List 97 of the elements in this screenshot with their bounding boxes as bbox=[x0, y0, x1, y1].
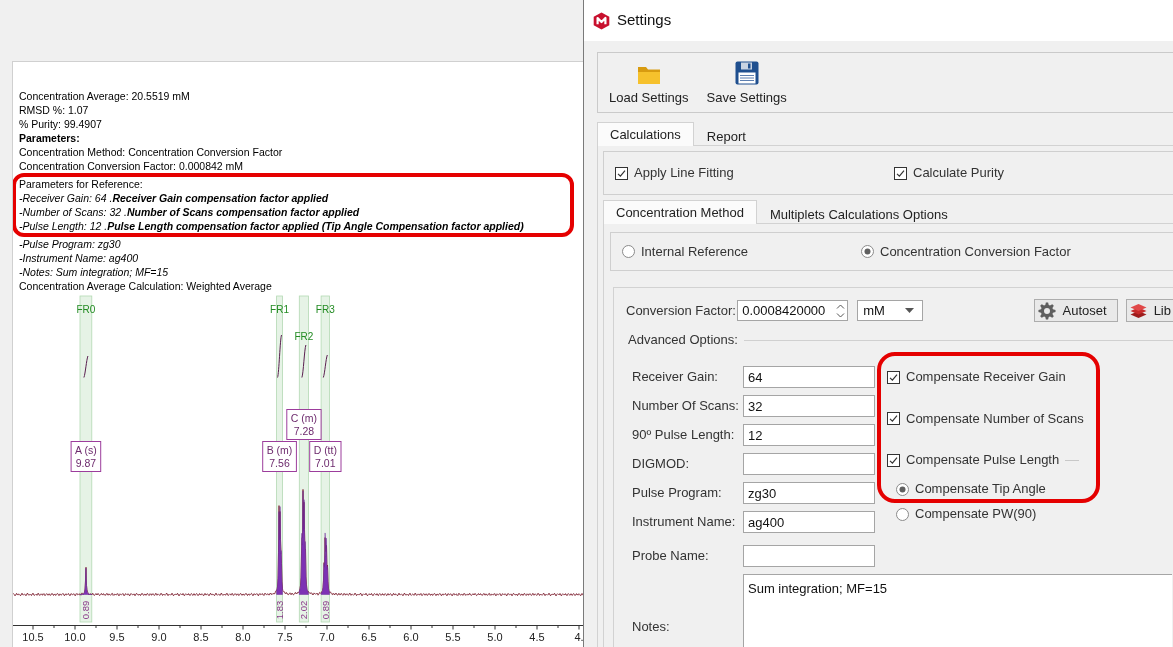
caret-icon bbox=[904, 308, 914, 313]
field-label: Number Of Scans: bbox=[632, 397, 740, 416]
toolbar-button[interactable]: Load Settings bbox=[608, 61, 690, 112]
report-line: -Pulse Length: 12 .Pulse Length compensation factor applied (Tip Angle Compensation factor applied) bbox=[19, 219, 524, 233]
text-field[interactable]: ag400 bbox=[743, 511, 875, 533]
field-label: Probe Name: bbox=[632, 547, 710, 566]
axis-tick-label: 4.5 bbox=[529, 631, 545, 643]
field-label: Notes: bbox=[631, 618, 671, 636]
integral-curve bbox=[277, 334, 283, 378]
report-line: -Pulse Program: zg30 bbox=[19, 237, 121, 251]
checkbox-icon[interactable] bbox=[894, 166, 907, 180]
integral-value: 2.02 bbox=[298, 600, 310, 620]
integral-curve bbox=[301, 344, 307, 378]
checkbox-option[interactable]: Compensate Pulse Length bbox=[887, 450, 1084, 470]
checkbox-icon[interactable] bbox=[887, 370, 900, 384]
radio-option[interactable]: Compensate Tip Angle bbox=[896, 479, 1084, 499]
stack-icon bbox=[1129, 301, 1147, 320]
axis-tick-label: 10.5 bbox=[22, 631, 44, 643]
text-field[interactable] bbox=[743, 545, 875, 567]
report-line: -Instrument Name: ag400 bbox=[19, 251, 139, 265]
report-line: Concentration Average Calculation: Weighted Average bbox=[19, 279, 272, 293]
axis-tick-label: 5.0 bbox=[487, 631, 503, 643]
fitted-peak bbox=[320, 532, 330, 595]
hexagon-logo-icon bbox=[593, 11, 610, 30]
report-line: Parameters for Reference: bbox=[19, 177, 143, 191]
radio-option[interactable]: Internal Reference bbox=[622, 241, 861, 262]
axis-tick-label: 10.0 bbox=[64, 631, 86, 643]
integral-curve bbox=[83, 355, 89, 378]
integral-curve bbox=[322, 354, 328, 378]
gear-icon bbox=[1037, 301, 1056, 320]
checkbox-icon[interactable] bbox=[887, 412, 900, 425]
report-line: Concentration Average: 20.5519 mM bbox=[19, 89, 190, 103]
field-label: Receiver Gain: bbox=[632, 368, 719, 387]
range-label: FR3 bbox=[315, 304, 335, 315]
checkbox-option[interactable]: Compensate Receiver Gain bbox=[887, 367, 1084, 387]
report-line: -Number of Scans: 32 .Number of Scans compensation factor applied bbox=[19, 205, 360, 219]
report-line: % Purity: 99.4907 bbox=[19, 117, 102, 131]
radio-button-icon[interactable] bbox=[861, 245, 874, 258]
section-label: Advanced Options: bbox=[628, 331, 738, 350]
text-field[interactable]: 32 bbox=[743, 395, 875, 417]
integral-value: 0.89 bbox=[319, 600, 331, 620]
radio-button-icon[interactable] bbox=[622, 245, 635, 258]
field-label: Instrument Name: bbox=[632, 513, 737, 532]
field-label: 90º Pulse Length: bbox=[632, 426, 736, 445]
tab[interactable]: Report bbox=[693, 125, 759, 146]
report-line: -Receiver Gain: 64 .Receiver Gain compensation factor applied bbox=[19, 191, 329, 205]
axis-tick-label: 8.5 bbox=[193, 631, 209, 643]
axis-tick-label: 7.5 bbox=[277, 631, 293, 643]
text-field[interactable] bbox=[743, 453, 875, 475]
axis-tick-label: 7.0 bbox=[319, 631, 335, 643]
tab[interactable]: Multiplets Calculations Options bbox=[756, 203, 961, 224]
peak-label: D (tt) 7.01 bbox=[309, 441, 342, 472]
radio-option[interactable]: Compensate PW(90) bbox=[896, 504, 1100, 524]
action-button[interactable]: Autoset bbox=[1033, 299, 1118, 322]
peak-label: C (m) 7.28 bbox=[286, 409, 322, 440]
report-line: RMSD %: 1.07 bbox=[19, 103, 89, 117]
integral-value: 1.83 bbox=[274, 600, 285, 620]
toolbar-button[interactable]: Save Settings bbox=[705, 61, 788, 112]
checkbox-icon[interactable] bbox=[615, 166, 628, 180]
action-button[interactable]: Lib bbox=[1125, 299, 1173, 322]
notes-field[interactable]: Sum integration; MF=15 bbox=[743, 574, 1172, 647]
text-field[interactable]: 12 bbox=[743, 424, 875, 446]
axis-tick-label: 5.5 bbox=[445, 631, 461, 643]
range-label: FR0 bbox=[76, 304, 96, 315]
report-line: -Notes: Sum integration; MF=15 bbox=[19, 265, 169, 279]
fitted-peak bbox=[79, 567, 93, 595]
axis-tick-label: 9.0 bbox=[151, 631, 167, 643]
field-label: DIGMOD: bbox=[632, 455, 691, 474]
integral-value: 0.89 bbox=[80, 600, 92, 620]
axis-tick-label: 4. bbox=[574, 631, 583, 643]
axis-tick-label: 6.0 bbox=[403, 631, 419, 643]
peak-label: B (m) 7.56 bbox=[262, 441, 297, 472]
field-label: Pulse Program: bbox=[632, 484, 723, 503]
checkbox-option[interactable]: Calculate Purity bbox=[894, 163, 1173, 183]
report-line: Concentration Method: Concentration Conversion Factor bbox=[19, 145, 283, 159]
text-field[interactable]: zg30 bbox=[743, 482, 875, 504]
window-title: Settings bbox=[617, 10, 672, 31]
checkbox-option[interactable]: Compensate Number of Scans bbox=[887, 408, 1084, 429]
range-label: FR2 bbox=[294, 331, 314, 342]
tab[interactable]: Calculations bbox=[597, 122, 694, 146]
field-label: Conversion Factor: bbox=[626, 301, 737, 320]
range-label: FR1 bbox=[270, 304, 289, 315]
text-field[interactable]: 64 bbox=[743, 366, 875, 388]
axis-tick-label: 9.5 bbox=[109, 631, 125, 643]
report-line: Concentration Conversion Factor: 0.000842 mM bbox=[19, 159, 244, 173]
folder-icon bbox=[636, 65, 661, 85]
radio-option[interactable]: Concentration Conversion Factor bbox=[861, 241, 1100, 262]
checkbox-icon[interactable] bbox=[887, 453, 900, 467]
axis-tick-label: 6.5 bbox=[361, 631, 377, 643]
radio-button-icon[interactable] bbox=[896, 482, 909, 496]
peak-label: A (s) 9.87 bbox=[70, 441, 102, 472]
axis-tick-label: 8.0 bbox=[235, 631, 251, 643]
tab[interactable]: Concentration Method bbox=[603, 200, 757, 224]
radio-button-icon[interactable] bbox=[896, 507, 909, 521]
checkbox-option[interactable]: Apply Line Fitting bbox=[615, 163, 894, 183]
section-heading: Parameters: bbox=[19, 131, 80, 145]
unit-dropdown[interactable]: mM bbox=[857, 300, 923, 321]
